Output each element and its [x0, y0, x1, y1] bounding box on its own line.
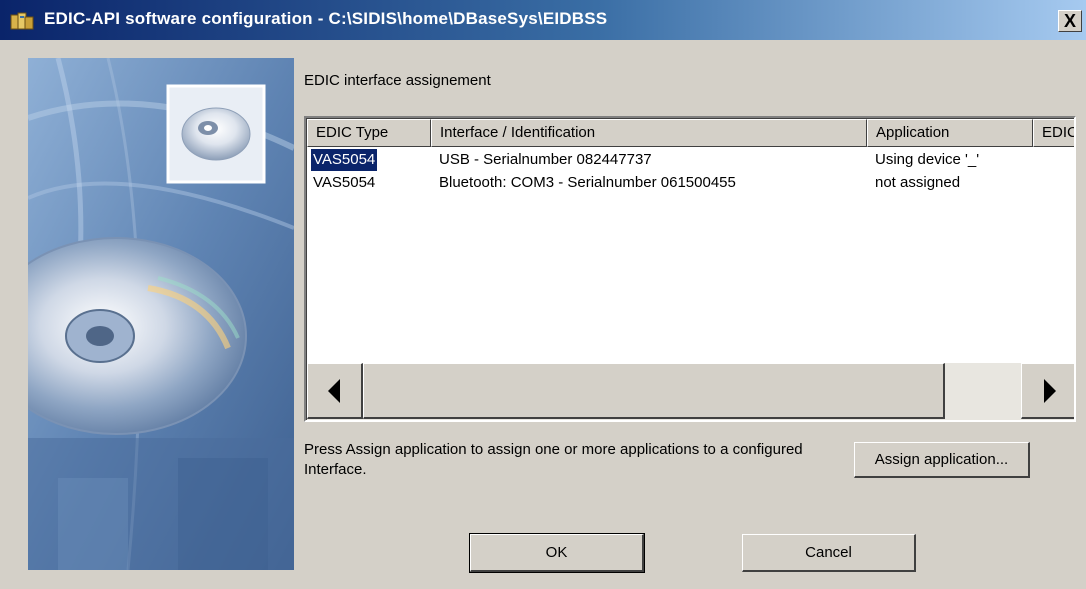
cell-interface: USB - Serialnumber 082447737	[439, 151, 652, 168]
dialog-window: EDIC-API software configuration - C:\SID…	[0, 0, 1086, 589]
close-button[interactable]: X	[1058, 10, 1082, 32]
table-row[interactable]: VAS5054 Bluetooth: COM3 - Serialnumber 0…	[307, 172, 1074, 194]
scroll-left-button[interactable]	[307, 363, 363, 419]
column-header-edic[interactable]: EDIC	[1033, 119, 1074, 147]
column-header-application[interactable]: Application	[867, 119, 1033, 147]
column-header-interface[interactable]: Interface / Identification	[431, 119, 867, 147]
cancel-button[interactable]: Cancel	[742, 534, 916, 572]
cell-application: Using device '_'	[875, 151, 980, 168]
cell-edic-type: VAS5054	[311, 149, 378, 171]
horizontal-scrollbar[interactable]	[307, 363, 1074, 420]
section-label: EDIC interface assignement	[304, 72, 491, 89]
cell-edic-type: VAS5054	[313, 174, 376, 191]
assign-application-button[interactable]: Assign application...	[854, 442, 1030, 478]
list-header: EDIC Type Interface / Identification App…	[307, 119, 1074, 147]
close-icon: X	[1063, 11, 1076, 31]
ok-button[interactable]: OK	[469, 533, 645, 573]
arrow-right-icon	[1044, 379, 1056, 403]
scroll-thumb[interactable]	[363, 363, 945, 419]
arrow-left-icon	[328, 379, 340, 403]
window-title: EDIC-API software configuration - C:\SID…	[44, 9, 608, 28]
title-bar[interactable]: EDIC-API software configuration - C:\SID…	[0, 0, 1086, 40]
help-text: Press Assign application to assign one o…	[304, 441, 803, 478]
interface-list[interactable]: EDIC Type Interface / Identification App…	[304, 116, 1076, 422]
cd-disc-illustration	[28, 58, 294, 570]
cell-interface: Bluetooth: COM3 - Serialnumber 061500455	[439, 174, 736, 191]
app-icon	[10, 12, 34, 30]
cell-application: not assigned	[875, 174, 961, 191]
table-row[interactable]: VAS5054 USB - Serialnumber 082447737 Usi…	[307, 149, 1074, 171]
scroll-right-button[interactable]	[1021, 363, 1074, 419]
column-header-edic-type[interactable]: EDIC Type	[307, 119, 431, 147]
